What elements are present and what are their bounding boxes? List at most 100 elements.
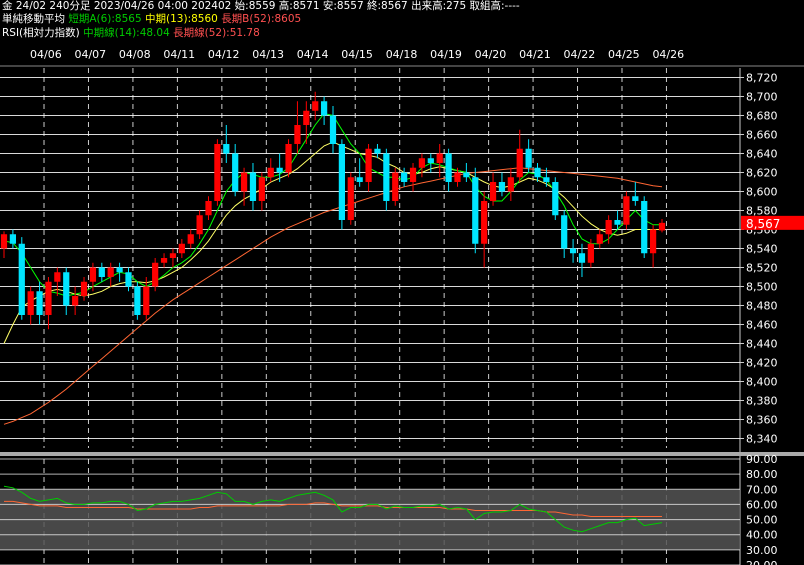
candle-body: [543, 177, 550, 182]
price-tick-label: 8,580: [746, 205, 778, 218]
candle-body: [347, 177, 354, 220]
price-tick-label: 8,600: [746, 186, 778, 199]
rsi-tick-label: 40.00: [746, 529, 778, 542]
candle-body: [596, 234, 603, 244]
candle-body: [472, 177, 479, 244]
candle-body: [427, 158, 434, 163]
candle-body: [374, 148, 381, 154]
candle-body: [303, 110, 310, 125]
rsi-tick-label: 80.00: [746, 468, 778, 481]
candle-body: [9, 234, 17, 244]
date-tick-label: 04/19: [430, 48, 462, 61]
candle-body: [276, 167, 283, 173]
candle-body: [214, 144, 221, 201]
rsi-tick-label: 70.00: [746, 483, 778, 496]
candle-body: [187, 234, 194, 244]
price-tick-label: 8,520: [746, 262, 778, 275]
rsi-tick-label: 20.00: [746, 559, 778, 565]
candle-body: [0, 234, 8, 249]
price-tick-label: 8,480: [746, 300, 778, 313]
price-tick-label: 8,700: [746, 91, 778, 104]
price-tick-label: 8,460: [746, 319, 778, 332]
date-tick-label: 04/22: [564, 48, 596, 61]
candle-body: [107, 267, 114, 277]
candle-body: [232, 153, 239, 192]
candle-body: [80, 281, 88, 296]
candle-body: [534, 167, 541, 178]
candle-body: [63, 272, 70, 306]
date-tick-label: 04/07: [74, 48, 106, 61]
candle-body: [267, 167, 274, 178]
candle-body: [614, 220, 621, 225]
candle-body: [507, 177, 514, 192]
date-tick-label: 04/21: [519, 48, 551, 61]
candle-body: [569, 248, 577, 254]
rsi-tick-label: 30.00: [746, 544, 778, 557]
candle-body: [89, 267, 97, 282]
candle-body: [623, 196, 630, 225]
candle-body: [196, 215, 203, 235]
price-tick-label: 8,640: [746, 148, 778, 161]
candle-body: [116, 267, 123, 273]
candle-body: [454, 172, 461, 182]
price-tick-label: 8,420: [746, 357, 778, 370]
candle-body: [160, 258, 168, 263]
candle-body: [392, 172, 399, 201]
candle-body: [418, 158, 426, 168]
price-tick-label: 8,440: [746, 338, 778, 351]
candle-body: [134, 286, 141, 315]
candle-body: [312, 101, 319, 111]
date-tick-label: 04/15: [341, 48, 373, 61]
candle-body: [285, 144, 292, 173]
candle-body: [54, 272, 61, 282]
candle-body: [258, 177, 265, 201]
price-tick-label: 8,500: [746, 281, 778, 294]
price-tick-label: 8,620: [746, 167, 778, 180]
candle-body: [320, 101, 328, 116]
date-tick-label: 04/12: [208, 48, 240, 61]
candle-body: [356, 177, 363, 182]
candle-body: [561, 215, 568, 249]
candle-body: [338, 144, 346, 220]
candle-body: [98, 267, 105, 277]
candle-body: [18, 243, 25, 315]
candle-body: [605, 220, 612, 235]
candle-body: [294, 125, 301, 144]
candle-body: [152, 262, 159, 287]
candle-body: [365, 148, 372, 182]
price-tick-label: 8,340: [746, 433, 778, 446]
price-tick-label: 8,360: [746, 414, 778, 427]
candle-body: [27, 291, 34, 315]
candle-body: [658, 222, 666, 231]
candle-body: [223, 144, 230, 154]
date-tick-label: 04/06: [30, 48, 62, 61]
candle-body: [463, 172, 470, 178]
price-tick-label: 8,400: [746, 376, 778, 389]
candle-body: [143, 286, 150, 315]
chart-canvas[interactable]: 8,720 8,700 8,680 8,660 8,640 8,620 8,600 8,580…: [0, 0, 804, 565]
candle-body: [481, 201, 488, 244]
price-tick-label: 8,720: [746, 72, 778, 85]
candle-body: [641, 201, 648, 254]
candle-body: [445, 153, 452, 182]
candle-body: [552, 182, 559, 216]
date-tick-label: 04/11: [163, 48, 195, 61]
candle-body: [578, 253, 586, 263]
candle-body: [205, 201, 212, 216]
candle-body: [409, 167, 417, 182]
candle-body: [45, 281, 52, 315]
last-price-label: 8,567: [746, 217, 780, 231]
candle-body: [383, 153, 390, 201]
candle-body: [72, 296, 79, 306]
date-tick-label: 04/18: [386, 48, 418, 61]
date-tick-label: 04/14: [297, 48, 329, 61]
candle-body: [489, 182, 497, 201]
candle-body: [632, 196, 639, 201]
candle-body: [249, 172, 257, 201]
candle-body: [36, 291, 43, 315]
date-tick-label: 04/13: [252, 48, 284, 61]
rsi-tick-label: 90.00: [746, 453, 778, 466]
candle-body: [329, 115, 337, 144]
candle-body: [587, 243, 594, 263]
candle-body: [169, 253, 177, 258]
